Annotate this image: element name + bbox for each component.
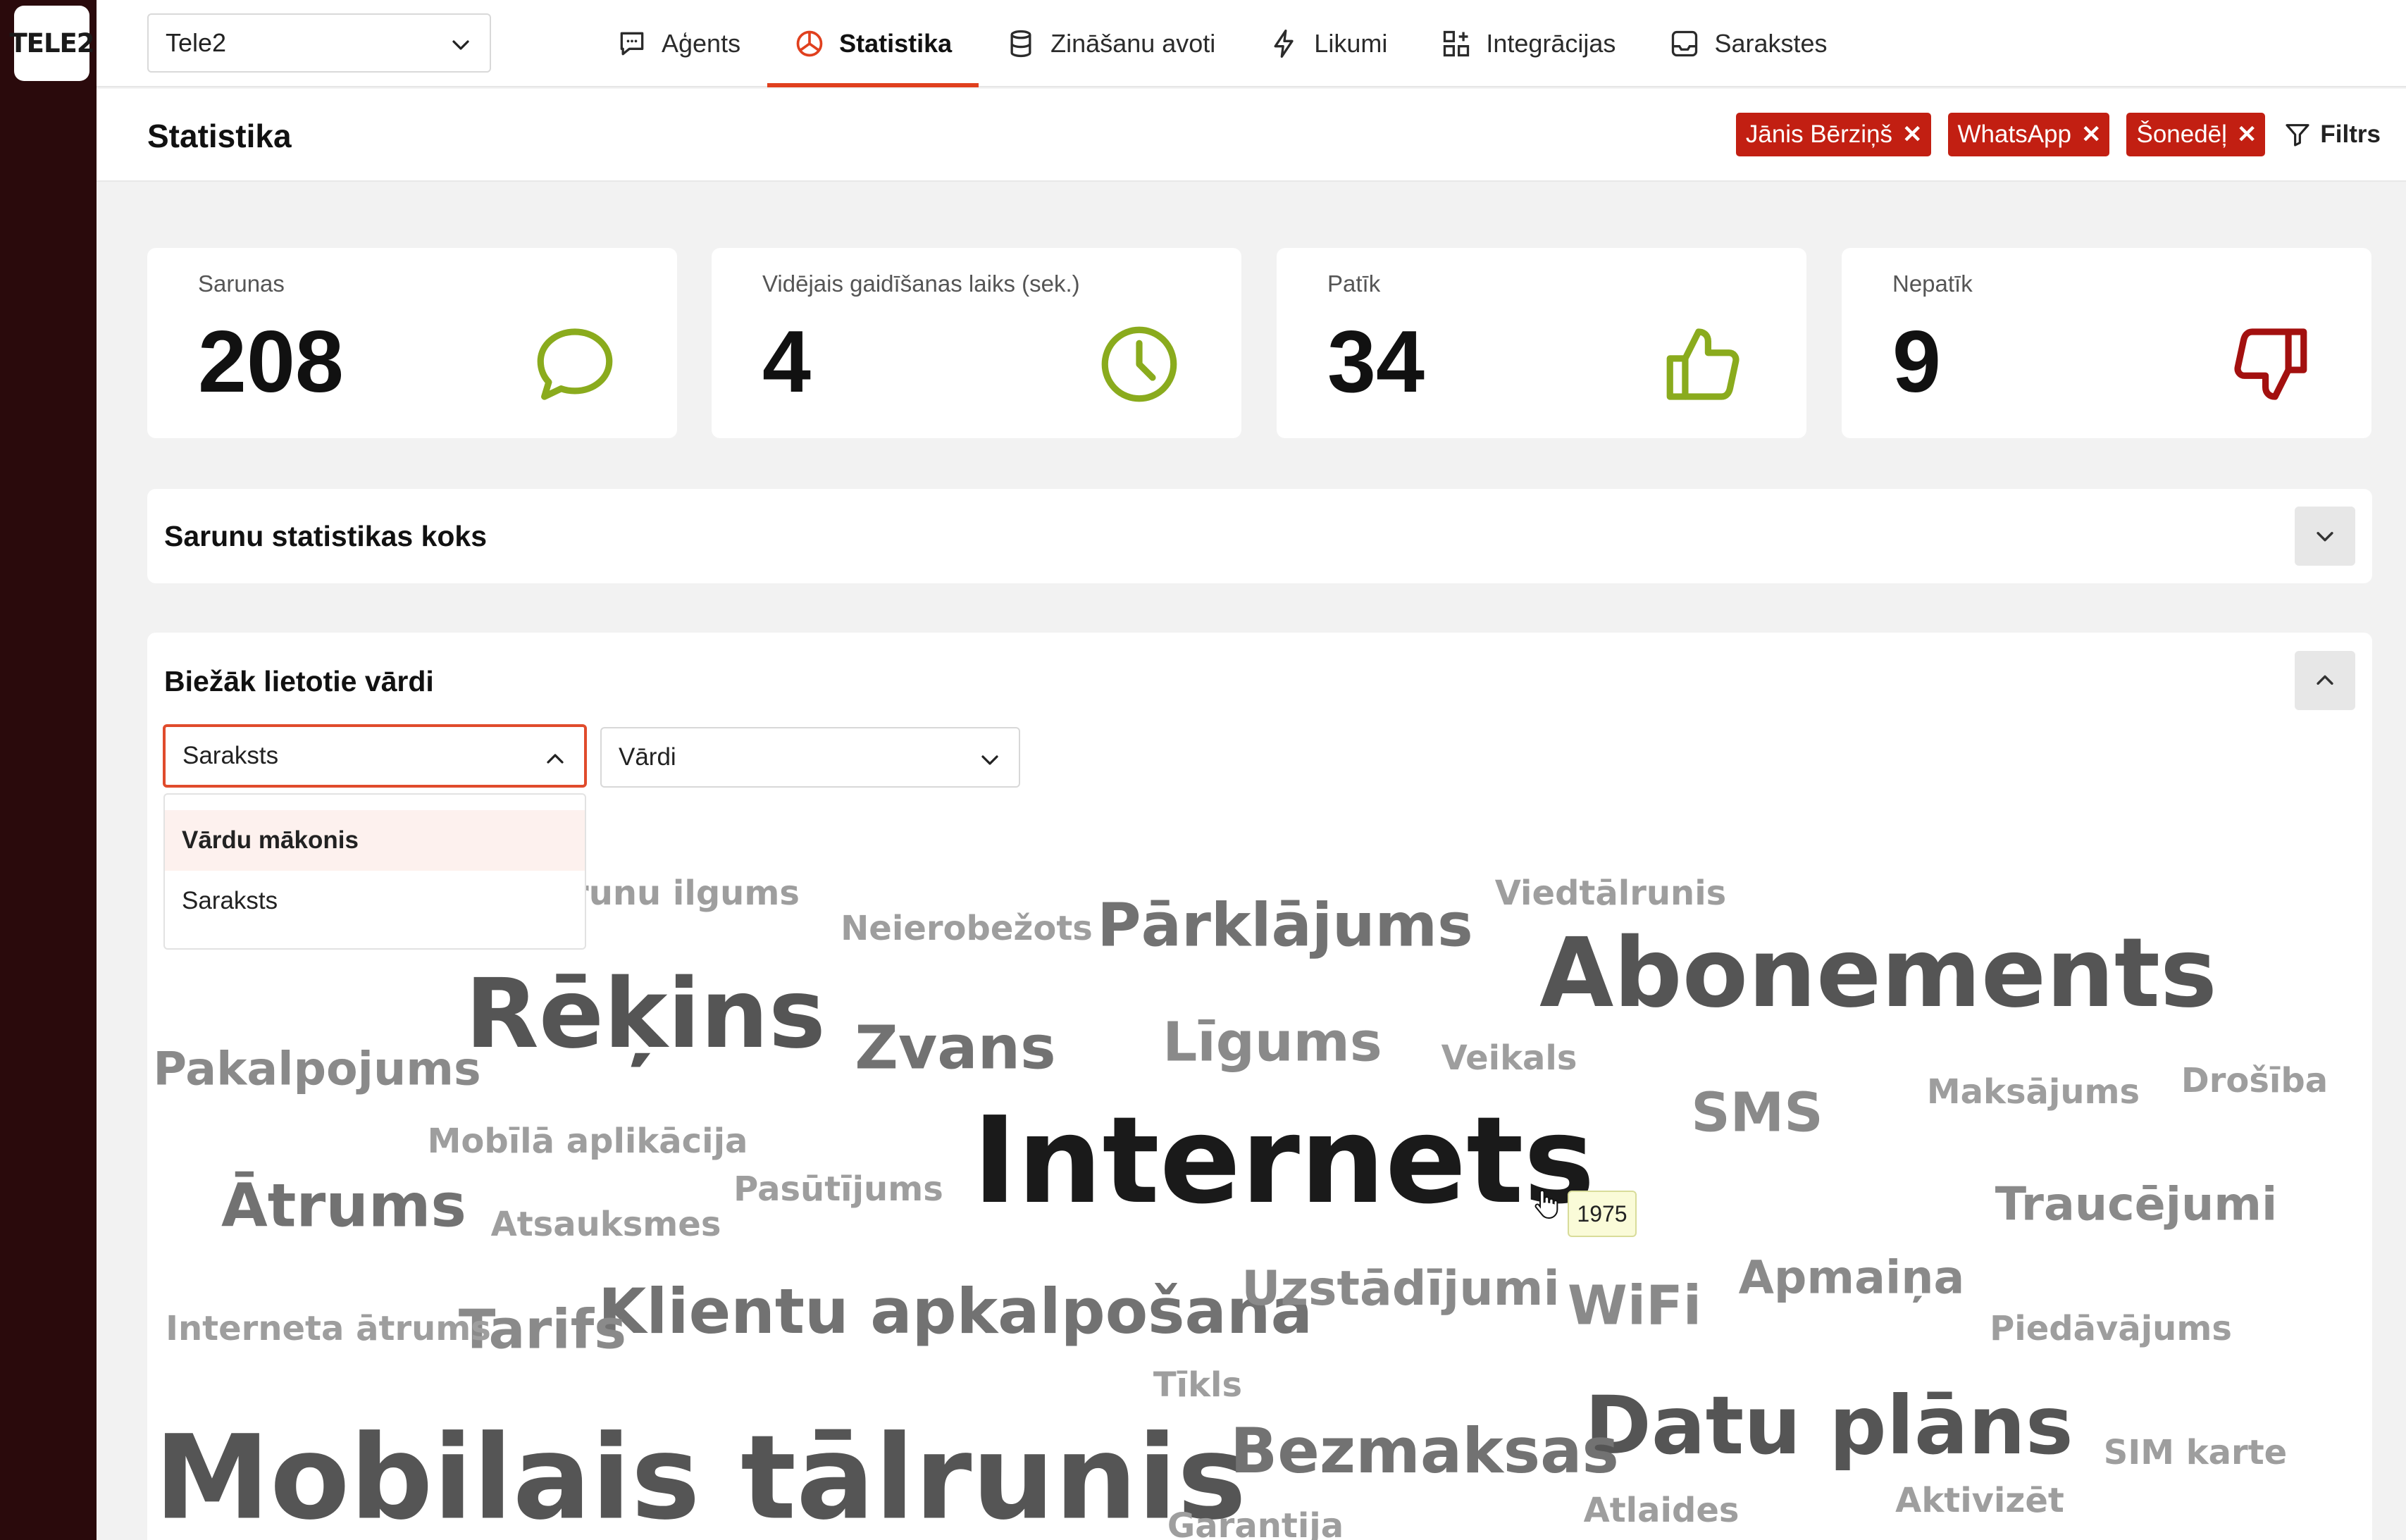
stat-value: 9 (1892, 313, 1941, 411)
close-icon[interactable]: ✕ (1902, 120, 1923, 149)
pie-chart-icon (796, 30, 823, 57)
chevron-up-icon (547, 754, 564, 764)
thumbs-down-icon (2234, 328, 2307, 400)
filter-chip-label: WhatsApp (1957, 120, 2071, 148)
filter-button[interactable]: Filtrs (2283, 120, 2381, 149)
nav-tab-likumi[interactable]: Likumi (1242, 0, 1414, 87)
clock-icon (1101, 326, 1177, 402)
nav-tab-zinasanu-avoti[interactable]: Zināšanu avoti (979, 0, 1242, 87)
close-icon[interactable]: ✕ (2237, 120, 2257, 149)
left-rail: TELE2 (0, 0, 97, 1540)
nav-tab-label: Likumi (1314, 29, 1388, 58)
close-icon[interactable]: ✕ (2081, 120, 2102, 149)
panel-title: Biežāk lietotie vārdi (164, 665, 434, 697)
nav-tab-label: Statistika (839, 29, 953, 58)
filter-chip-person[interactable]: Jānis Bērziņš ✕ (1735, 113, 1931, 156)
stat-card-patik: Patīk 34 (1277, 248, 1806, 438)
word-type-select[interactable]: Vārdi (600, 727, 1020, 788)
tele2-logo[interactable]: TELE2 (9, 6, 95, 81)
page-header: Statistika Jānis Bērziņš ✕ WhatsApp ✕ Šo… (97, 89, 2406, 182)
funnel-icon (2286, 124, 2310, 147)
menu-option-saraksts[interactable]: Saraksts (165, 871, 585, 931)
stat-label: Vidējais gaidīšanas laiks (sek.) (762, 271, 1080, 297)
filter-chip-period[interactable]: Šonedēļ ✕ (2126, 113, 2266, 156)
stat-label: Nepatīk (1892, 271, 1973, 297)
filter-chip-channel[interactable]: WhatsApp ✕ (1947, 113, 2110, 156)
chevron-down-icon (452, 40, 469, 50)
stat-value: 208 (198, 313, 344, 411)
collapse-button[interactable] (2295, 651, 2355, 710)
view-mode-select[interactable]: Saraksts (163, 724, 587, 788)
menu-option-vardu-makonis[interactable]: Vārdu mākonis (165, 810, 585, 871)
filter-chip-label: Šonedēļ (2136, 120, 2227, 148)
nav-tab-agents[interactable]: Aģents (590, 0, 767, 87)
nav-tab-statistika[interactable]: Statistika (767, 0, 979, 87)
chevron-down-icon (981, 755, 998, 765)
stat-value: 4 (762, 313, 811, 411)
main-nav: Aģents Statistika Zināšanu avoti Likumi … (590, 0, 1854, 87)
grid-plus-icon (1444, 30, 1470, 57)
tenant-select-value: Tele2 (166, 28, 227, 57)
speech-bubble-icon (537, 328, 613, 400)
nav-tab-label: Zināšanu avoti (1050, 29, 1216, 58)
tree-panel: Sarunu statistikas koks (147, 489, 2372, 583)
nav-tab-integracijas[interactable]: Integrācijas (1414, 0, 1642, 87)
stat-value: 34 (1327, 313, 1425, 411)
stat-card-sarunas: Sarunas 208 (147, 248, 677, 438)
word-count-tooltip: 1975 (1568, 1191, 1637, 1237)
top-bar: Tele2 Aģents Statistika Zināšanu avoti L… (97, 0, 2406, 87)
word-type-select-value: Vārdi (619, 743, 676, 771)
active-filters: Jānis Bērziņš ✕ WhatsApp ✕ Šonedēļ ✕ Fil… (1719, 113, 2381, 156)
expand-button[interactable] (2295, 507, 2355, 566)
stat-card-nepatik: Nepatīk 9 (1842, 248, 2371, 438)
stat-label: Sarunas (198, 271, 285, 297)
stat-label: Patīk (1327, 271, 1381, 297)
page-title: Statistika (147, 118, 292, 154)
nav-tab-label: Integrācijas (1486, 29, 1616, 58)
hand-cursor-icon (1534, 1189, 1558, 1219)
view-mode-menu: Vārdu mākonis Saraksts (163, 793, 586, 950)
chevron-up-icon (2317, 675, 2333, 685)
chat-square-icon (620, 32, 644, 56)
lightning-icon (1274, 30, 1294, 58)
nav-tab-sarakstes[interactable]: Sarakstes (1642, 0, 1854, 87)
app-window: TELE2 Tele2 Aģents Statistika Zināšanu a… (0, 0, 2406, 1540)
tenant-select[interactable]: Tele2 (147, 13, 491, 73)
panel-title: Sarunu statistikas koks (164, 520, 488, 552)
inbox-icon (1672, 30, 1698, 57)
filter-button-label: Filtrs (2320, 120, 2381, 148)
filter-chip-label: Jānis Bērziņš (1745, 120, 1892, 148)
stat-card-gaidisanas-laiks: Vidējais gaidīšanas laiks (sek.) 4 (712, 248, 1241, 438)
thumbs-up-icon (1666, 328, 1740, 400)
chevron-down-icon (2317, 532, 2333, 542)
view-mode-select-value: Saraksts (182, 742, 279, 769)
database-icon (1010, 30, 1031, 58)
nav-tab-label: Aģents (662, 29, 741, 58)
nav-tab-label: Sarakstes (1714, 29, 1828, 58)
